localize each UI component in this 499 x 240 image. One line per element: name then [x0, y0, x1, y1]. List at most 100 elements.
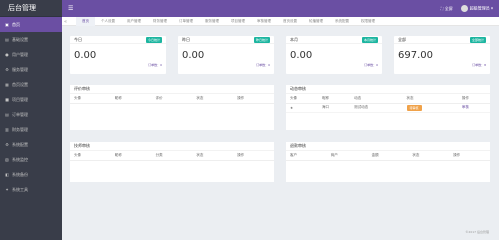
column-header: 动态: [350, 94, 403, 104]
tab-7[interactable]: 审核管理: [251, 17, 277, 26]
stat-card: 昨日 昨日统计 0.00 订单数：0: [178, 36, 274, 74]
column-header: 商户: [326, 151, 368, 161]
tab-3[interactable]: 财务管理: [147, 17, 173, 26]
sidebar-item-2[interactable]: ● 用户管理: [0, 47, 62, 62]
table-cell: 待审核: [402, 103, 458, 113]
menu-toggle-icon[interactable]: ☰: [68, 5, 73, 12]
sidebar-item-label: 财务管理: [12, 126, 28, 132]
stat-value: 697.00: [398, 50, 433, 61]
tab-5[interactable]: 服务管理: [199, 17, 225, 26]
tab-scroll-left-icon[interactable]: «: [64, 17, 67, 26]
column-header: 操作: [233, 94, 274, 104]
stat-card-title: 本月: [290, 36, 298, 42]
sidebar-item-6[interactable]: ▤ 订单管理: [0, 107, 62, 122]
tab-bar: 首页 个人设置 用户管理 财务管理 订单管理 服务管理 项目管理 审核管理 首页设置 轮播管理 系统…: [62, 16, 499, 26]
stat-card-footer: 订单数：0: [178, 61, 274, 69]
sidebar-item-label: 系统监控: [12, 156, 28, 162]
user-icon: ●: [5, 52, 9, 57]
sidebar-item-label: 系统工具: [12, 186, 28, 192]
sidebar-item-label: 基础设置: [12, 36, 28, 42]
review-panel-title: 评价审核: [70, 85, 274, 94]
row-content: 测试动态: [354, 105, 369, 109]
dynamic-table: 头像 昵称 动态 状态 操作 ★ 海口 测试动态 待审核 审核: [286, 94, 490, 113]
document-icon: ▤: [5, 112, 9, 117]
tab-6[interactable]: 项目管理: [225, 17, 251, 26]
stat-card-header: 今日 今日统计: [70, 36, 166, 44]
monitor-icon: ▧: [5, 157, 9, 162]
footer-copyright: ©2017 后台管理: [465, 230, 489, 234]
user-menu[interactable]: 超级管理员 ▾: [460, 5, 493, 12]
column-header: 评价: [151, 94, 193, 104]
sidebar-item-8[interactable]: ⚙ 系统配置: [0, 137, 62, 152]
stat-value: 0.00: [182, 50, 205, 61]
sidebar-item-label: 首页: [12, 21, 20, 27]
stat-card-header: 本月 本月统计: [286, 36, 382, 44]
column-header: 状态: [402, 94, 458, 104]
stat-card-footer: 订单数：0: [70, 61, 166, 69]
stat-card-header: 全部 全部统计: [394, 36, 490, 44]
skill-panel: 技师审核 头像 昵称 分类 状态 操作: [70, 142, 274, 182]
stat-card-title: 全部: [398, 36, 406, 42]
sidebar-item-4[interactable]: ▦ 首页设置: [0, 77, 62, 92]
stat-order-count: 订单数：8: [472, 63, 486, 67]
sidebar-item-7[interactable]: ▥ 财务管理: [0, 122, 62, 137]
list-icon: ▤: [5, 37, 9, 42]
stat-value: 0.00: [290, 50, 313, 61]
backup-icon: ◧: [5, 172, 9, 177]
sidebar-item-label: 用户管理: [12, 51, 28, 57]
column-header: 状态: [408, 151, 450, 161]
tab-10[interactable]: 系统配置: [329, 17, 355, 26]
tab-2[interactable]: 用户管理: [121, 17, 147, 26]
sidebar-item-5[interactable]: ■ 项目管理: [0, 92, 62, 107]
refund-table: 客户 商户 金额 状态 操作: [286, 151, 490, 161]
stat-badge: 全部统计: [469, 36, 486, 43]
sidebar-item-0[interactable]: ▣ 首页: [0, 17, 62, 32]
sidebar-item-10[interactable]: ◧ 系统备份: [0, 167, 62, 182]
stat-order-count: 订单数：0: [364, 63, 378, 67]
sidebar-item-1[interactable]: ▤ 基础设置: [0, 32, 62, 47]
column-header: 分类: [151, 151, 193, 161]
tab-9[interactable]: 轮播管理: [303, 17, 329, 26]
table-cell: ★: [286, 103, 319, 113]
stat-card-footer: 订单数：0: [286, 61, 382, 69]
column-header: 头像: [70, 94, 111, 104]
stat-order-count: 订单数：0: [148, 63, 162, 67]
table-header-row: 客户 商户 金额 状态 操作: [286, 151, 490, 161]
table-row: ★ 海口 测试动态 待审核 审核: [286, 103, 490, 113]
stat-order-count: 订单数：0: [256, 63, 270, 67]
tab-0[interactable]: 首页: [76, 16, 95, 26]
stat-badge: 昨日统计: [253, 36, 270, 43]
stat-badge: 今日统计: [145, 36, 162, 43]
column-header: 昵称: [318, 94, 351, 104]
home-icon: ▣: [5, 22, 9, 27]
column-header: 昵称: [110, 151, 152, 161]
table-cell: 审核: [457, 103, 490, 113]
tab-8[interactable]: 首页设置: [277, 17, 303, 26]
stat-card-title: 今日: [74, 36, 82, 42]
table-header-row: 头像 昵称 分类 状态 操作: [70, 151, 274, 161]
tab-4[interactable]: 订单管理: [173, 17, 199, 26]
tab-11[interactable]: 权限管理: [355, 17, 381, 26]
sidebar-item-3[interactable]: ⚙ 服务管理: [0, 62, 62, 77]
sidebar-item-label: 项目管理: [12, 96, 28, 102]
sidebar-item-9[interactable]: ▧ 系统监控: [0, 152, 62, 167]
wallet-icon: ▥: [5, 127, 9, 132]
stat-value: 0.00: [74, 50, 97, 61]
sidebar: 后台管理 ▣ 首页 ▤ 基础设置 ● 用户管理 ⚙ 服务管理 ▦ 首页设置 ■ 项目管理 ▤ 订单管理 ▥ 财…: [0, 0, 62, 240]
grid-icon: ▦: [5, 82, 9, 87]
column-header: 客户: [286, 151, 327, 161]
review-action-link[interactable]: 审核: [462, 105, 469, 109]
column-header: 头像: [70, 151, 111, 161]
stat-badge: 本月统计: [361, 36, 378, 43]
column-header: 操作: [457, 94, 490, 104]
review-panel: 评价审核 头像 昵称 评价 状态 操作: [70, 85, 274, 130]
sidebar-item-11[interactable]: ✦ 系统工具: [0, 182, 62, 197]
column-header: 状态: [192, 151, 234, 161]
skill-panel-title: 技师审核: [70, 142, 274, 151]
sidebar-item-label: 首页设置: [12, 81, 28, 87]
table-cell: 测试动态: [350, 103, 403, 113]
dynamic-panel-title: 动态审核: [286, 85, 490, 94]
tab-1[interactable]: 个人设置: [95, 17, 121, 26]
fullscreen-button[interactable]: ⛶ 全屏: [441, 6, 453, 12]
app-title: 后台管理: [0, 0, 62, 17]
